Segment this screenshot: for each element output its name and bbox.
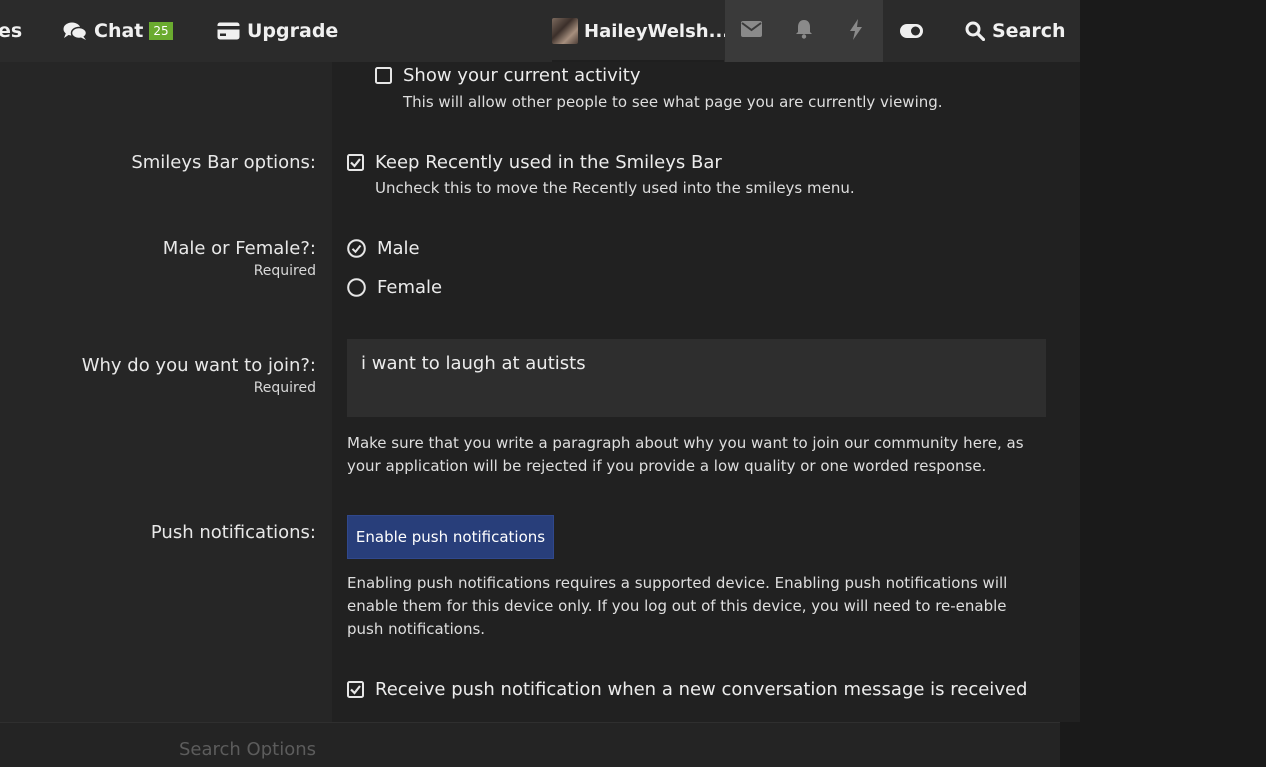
push-conversation-checkbox-option[interactable]: Receive push notification when a new con… <box>347 679 1027 700</box>
smileys-checkbox-option[interactable]: Keep Recently used in the Smileys Bar <box>347 152 722 173</box>
nav-search[interactable]: Search <box>965 0 1066 62</box>
search-options-heading: Search Options <box>178 739 316 760</box>
radio-unselected-icon[interactable] <box>347 278 366 297</box>
alerts-button[interactable] <box>778 0 831 62</box>
nav-chat-label: Chat <box>94 20 144 42</box>
nav-upgrade[interactable]: Upgrade <box>217 0 338 62</box>
push-conversation-label: Receive push notification when a new con… <box>375 679 1028 700</box>
activity-checkbox-option[interactable]: Show your current activity <box>375 65 641 86</box>
enable-push-notifications-button[interactable]: Enable push notifications <box>347 515 554 559</box>
chat-bubbles-icon <box>63 21 87 41</box>
join-required: Required <box>253 380 316 396</box>
gender-option-female-label: Female <box>377 277 443 298</box>
page: es Chat 25 Upgrade HaileyWelsh... Search… <box>0 0 1266 767</box>
join-hint: Make sure that you write a paragraph abo… <box>347 434 1024 475</box>
chat-count-badge: 25 <box>149 22 173 40</box>
page-right-margin <box>1080 0 1266 767</box>
gender-option-male[interactable]: Male <box>347 238 420 259</box>
activity-label: Show your current activity <box>403 65 641 86</box>
nav-upgrade-label: Upgrade <box>247 20 339 42</box>
push-row-label: Push notifications: <box>150 522 316 543</box>
radio-selected-icon[interactable] <box>347 239 366 258</box>
gender-required: Required <box>253 263 316 279</box>
join-row-label-text: Why do you want to join?: <box>81 355 316 376</box>
join-reason-textarea[interactable]: i want to laugh at autists <box>347 339 1046 417</box>
style-toggle-button[interactable] <box>900 0 923 62</box>
checked-box-icon[interactable] <box>347 681 364 698</box>
push-hint: Enabling push notifications requires a s… <box>347 574 1008 638</box>
avatar <box>552 18 578 44</box>
smileys-label: Keep Recently used in the Smileys Bar <box>375 152 722 173</box>
nav-search-label: Search <box>992 20 1066 42</box>
gender-row-label-text: Male or Female?: <box>162 238 316 259</box>
whats-new-button[interactable] <box>830 0 883 62</box>
nav-chat[interactable]: Chat 25 <box>63 0 173 62</box>
join-row-label: Why do you want to join?: Required <box>0 355 316 396</box>
nav-username: HaileyWelsh... <box>584 20 730 42</box>
inbox-button[interactable] <box>725 0 778 62</box>
envelope-icon <box>740 21 762 41</box>
search-options-section: Search Options <box>0 722 1060 767</box>
credit-card-icon <box>217 22 240 40</box>
gender-option-male-label: Male <box>377 238 420 259</box>
smileys-hint: Uncheck this to move the Recently used i… <box>375 179 855 197</box>
smileys-row-label: Smileys Bar options: <box>131 152 316 173</box>
gender-row-label: Male or Female?: Required <box>0 238 316 279</box>
nav-item-partial-label: es <box>0 20 23 42</box>
bell-icon <box>795 19 813 43</box>
activity-hint: This will allow other people to see what… <box>403 93 943 111</box>
search-icon <box>965 21 985 41</box>
top-navigation: es Chat 25 Upgrade HaileyWelsh... Search <box>0 0 1080 62</box>
toggle-switch-icon <box>900 24 923 38</box>
unchecked-box-icon[interactable] <box>375 67 392 84</box>
gender-option-female[interactable]: Female <box>347 277 442 298</box>
nav-user-account[interactable]: HaileyWelsh... <box>552 0 729 62</box>
checked-box-icon[interactable] <box>347 154 364 171</box>
lightning-bolt-icon <box>849 18 863 44</box>
nav-icon-group <box>725 0 883 62</box>
nav-item-partial[interactable]: es <box>0 0 22 62</box>
